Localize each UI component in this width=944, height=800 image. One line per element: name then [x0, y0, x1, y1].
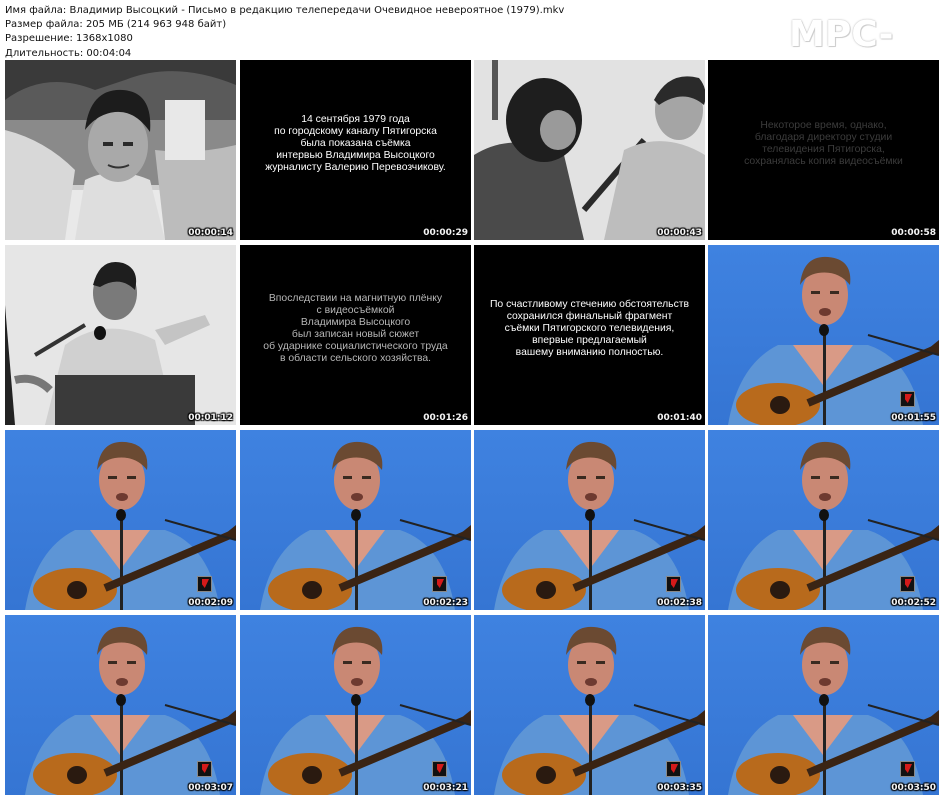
tv-channel-logo-icon	[900, 391, 915, 407]
thumbnail-timestamp: 00:00:29	[423, 228, 468, 238]
video-thumbnail: 00:00:14	[5, 60, 236, 240]
tv-channel-logo-icon	[900, 761, 915, 777]
tv-channel-logo-icon	[197, 761, 212, 777]
thumbnail-caption-text: Впоследствии на магнитную плёнку с видео…	[263, 293, 448, 364]
video-thumbnail: 14 сентября 1979 года по городскому кана…	[240, 60, 471, 240]
filesize-line: Размер файла: 205 МБ (214 963 948 байт)	[5, 19, 227, 31]
video-thumbnail: 00:01:12	[5, 245, 236, 425]
thumbnail-timestamp: 00:01:26	[423, 413, 468, 423]
thumbnail-timestamp: 00:02:38	[657, 598, 702, 608]
video-thumbnail: 00:03:35	[474, 615, 705, 795]
thumbnail-timestamp: 00:03:21	[423, 783, 468, 793]
filename-line: Имя файла: Владимир Высоцкий - Письмо в …	[5, 5, 565, 16]
tv-channel-logo-icon	[666, 761, 681, 777]
tv-channel-logo-icon	[900, 576, 915, 592]
video-thumbnail: 00:03:21	[240, 615, 471, 795]
video-thumbnail: 00:02:09	[5, 430, 236, 610]
video-thumbnail: Некоторое время, однако, благодаря дирек…	[708, 60, 939, 240]
video-thumbnail: 00:02:38	[474, 430, 705, 610]
tv-channel-logo-icon	[197, 576, 212, 592]
thumbnail-timestamp: 00:01:40	[657, 413, 702, 423]
thumbnail-caption-text: Некоторое время, однако, благодаря дирек…	[744, 120, 903, 167]
video-thumbnail: 00:01:55	[708, 245, 939, 425]
tv-channel-logo-icon	[666, 576, 681, 592]
thumbnail-timestamp: 00:02:52	[891, 598, 936, 608]
video-thumbnail: 00:02:23	[240, 430, 471, 610]
thumbnail-timestamp: 00:03:07	[188, 783, 233, 793]
thumbnail-timestamp: 00:02:09	[188, 598, 233, 608]
tv-channel-logo-icon	[432, 576, 447, 592]
duration-line: Длительность: 00:04:04	[5, 47, 132, 59]
thumbnail-timestamp: 00:00:58	[891, 228, 936, 238]
thumbnail-timestamp: 00:02:23	[423, 598, 468, 608]
video-thumbnail: 00:03:07	[5, 615, 236, 795]
tv-channel-logo-icon	[432, 761, 447, 777]
video-thumbnail: По счастливому стечению обстоятельств со…	[474, 245, 705, 425]
video-thumbnail: 00:00:43	[474, 60, 705, 240]
thumbnail-caption-text: 14 сентября 1979 года по городскому кана…	[265, 114, 446, 173]
resolution-line: Разрешение: 1368x1080	[5, 33, 133, 45]
file-info-panel: Имя файла: Владимир Высоцкий - Письмо в …	[5, 4, 564, 61]
thumbnail-timestamp: 00:01:12	[188, 413, 233, 423]
thumbnail-timestamp: 00:03:35	[657, 783, 702, 793]
video-thumbnail: Впоследствии на магнитную плёнку с видео…	[240, 245, 471, 425]
thumbnail-timestamp: 00:03:50	[891, 783, 936, 793]
thumbnail-timestamp: 00:00:43	[657, 228, 702, 238]
thumbnail-timestamp: 00:01:55	[891, 413, 936, 423]
video-thumbnail: 00:03:50	[708, 615, 939, 795]
thumbnail-timestamp: 00:00:14	[188, 228, 233, 238]
mpc-hc-logo: MPC-HC	[789, 14, 894, 101]
video-thumbnail: 00:02:52	[708, 430, 939, 610]
thumbnail-caption-text: По счастливому стечению обстоятельств со…	[489, 299, 690, 358]
